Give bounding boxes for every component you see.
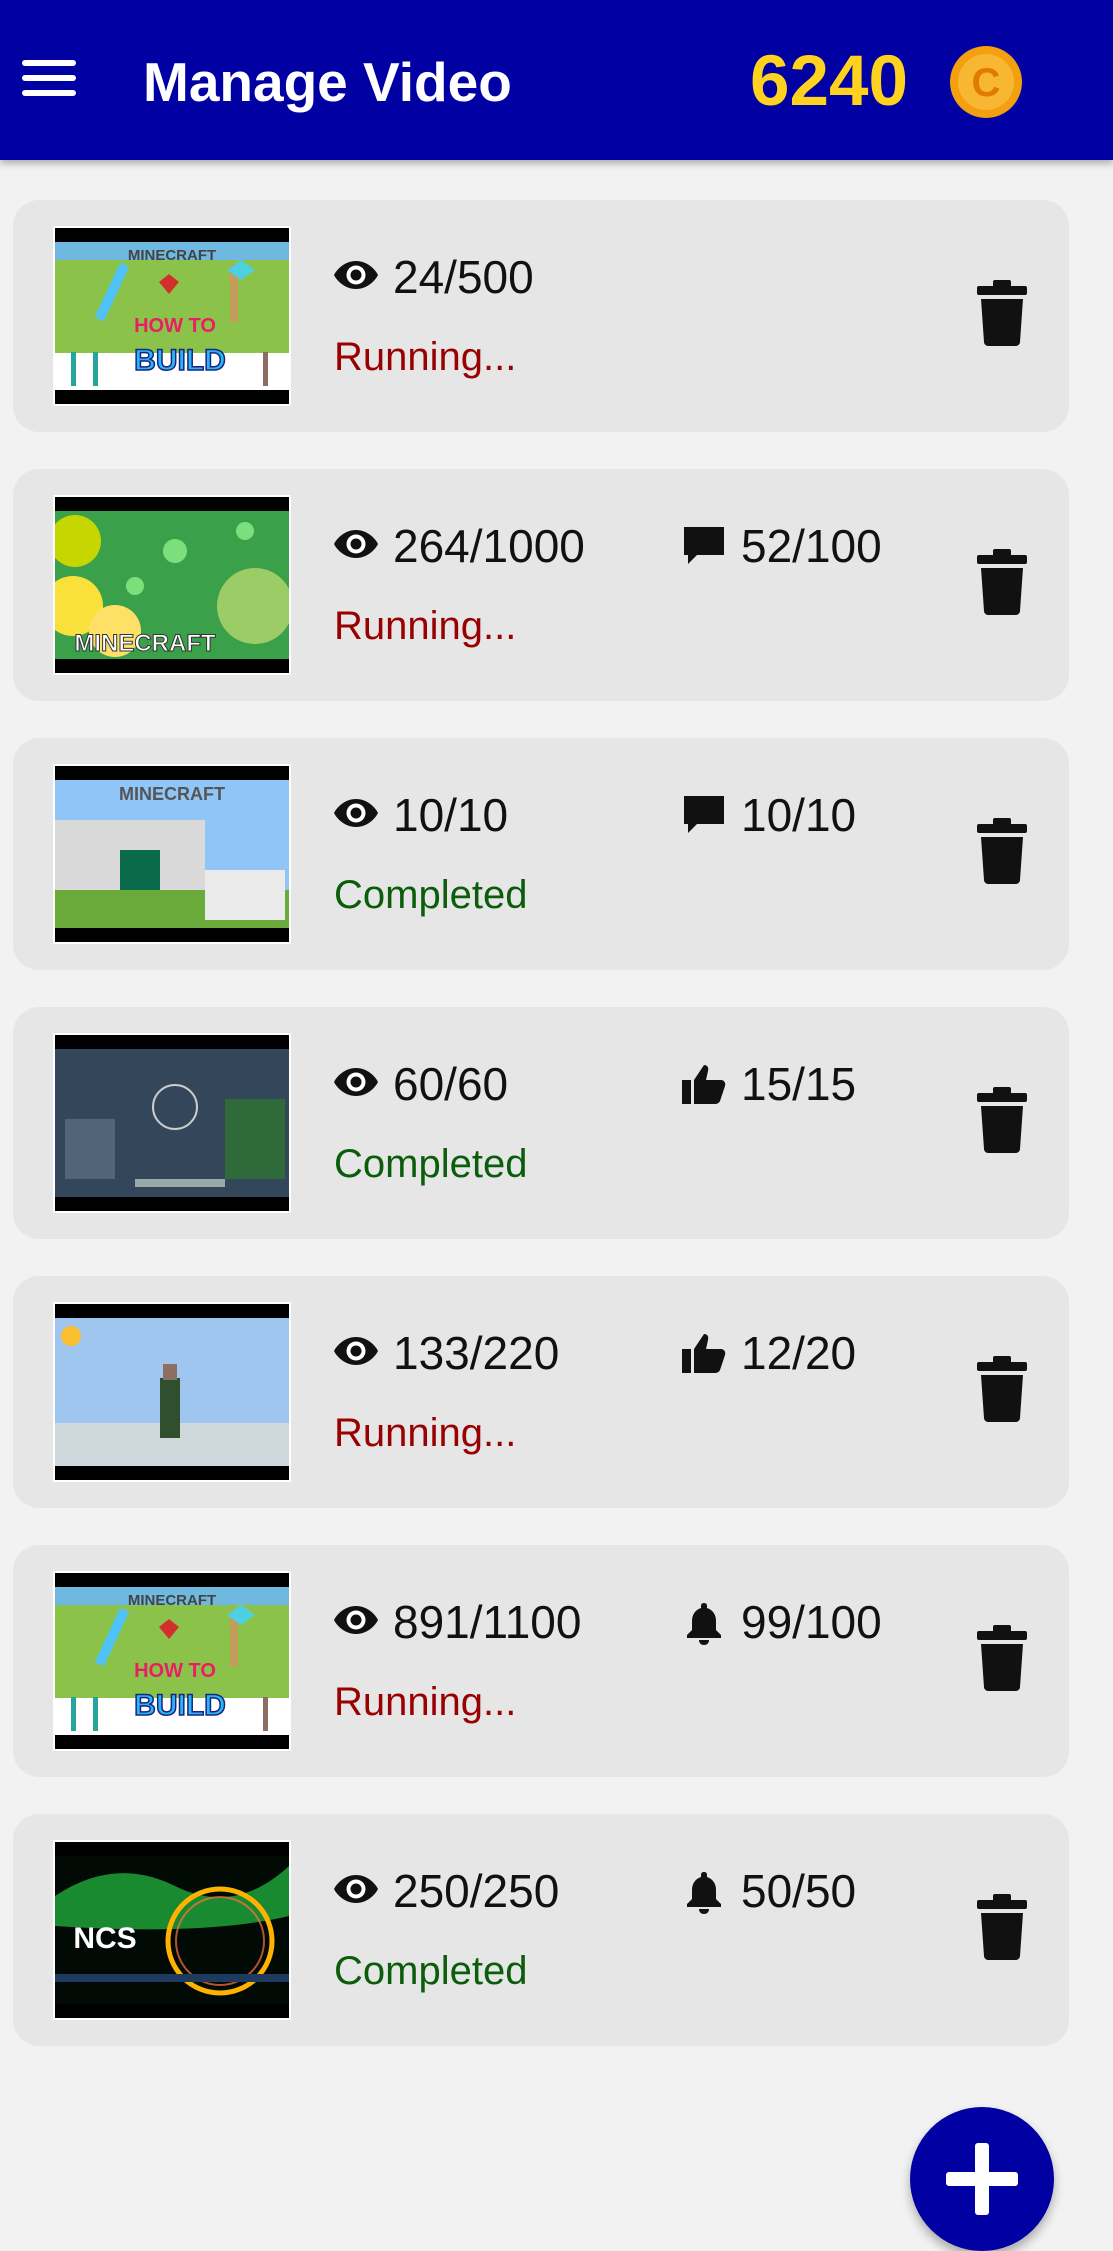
delete-button[interactable] [975,1087,1029,1153]
delete-button[interactable] [975,549,1029,615]
views-count: 891/1100 [393,1596,582,1648]
delete-button[interactable] [975,1625,1029,1691]
svg-text:BUILD: BUILD [134,1689,226,1722]
status-text: Running... [334,1411,517,1455]
views-count: 10/10 [393,789,509,841]
video-card[interactable]: 60/60 15/15 Completed [13,1007,1069,1239]
secondary-count: 12/20 [741,1327,857,1379]
status-text: Running... [334,604,517,648]
svg-text:HOW TO: HOW TO [134,315,216,337]
video-thumbnail: MINECRAFT HOW TO BUILD [53,226,291,406]
secondary-count: 15/15 [741,1058,857,1110]
views-count: 60/60 [393,1058,509,1110]
video-card[interactable]: 133/220 12/20 Running... [13,1276,1069,1508]
video-card[interactable]: MINECRAFT HOW TO BUILD 24/500 Running... [13,200,1069,432]
views-count: 133/220 [393,1327,560,1379]
status-text: Completed [334,873,528,917]
video-thumbnail: NCS [53,1840,291,2020]
secondary-count: 52/100 [741,520,882,572]
add-video-button[interactable] [910,2107,1054,2251]
coin-icon: C [950,46,1022,118]
delete-button[interactable] [975,1356,1029,1422]
trash-icon [975,280,1029,350]
video-card[interactable]: NCS 250/250 50/50 Completed [13,1814,1069,2046]
svg-text:MINECRAFT: MINECRAFT [128,1592,216,1609]
status-text: Running... [334,335,517,379]
video-card[interactable]: MINECRAFT 10/10 10/10 Completed [13,738,1069,970]
trash-icon [975,549,1029,619]
trash-icon [975,1356,1029,1426]
status-text: Completed [334,1142,528,1186]
menu-icon[interactable] [22,56,78,100]
trash-icon [975,818,1029,888]
delete-button[interactable] [975,1894,1029,1960]
video-card[interactable]: MINECRAFT HOW TO BUILD 891/1100 99/100 Runnin… [13,1545,1069,1777]
views-count: 24/500 [393,251,534,303]
views-count: 264/1000 [393,520,585,572]
plus-icon [946,2143,1018,2215]
delete-button[interactable] [975,818,1029,884]
video-thumbnail [53,1302,291,1482]
svg-text:MINECRAFT: MINECRAFT [74,630,216,657]
delete-button[interactable] [975,280,1029,346]
svg-text:NCS: NCS [73,1922,136,1955]
svg-text:MINECRAFT: MINECRAFT [128,247,216,264]
trash-icon [975,1625,1029,1695]
trash-icon [975,1087,1029,1157]
video-thumbnail: MINECRAFT [53,495,291,675]
video-thumbnail: MINECRAFT [53,764,291,944]
secondary-count: 50/50 [741,1865,857,1917]
svg-text:MINECRAFT: MINECRAFT [119,784,225,804]
svg-text:BUILD: BUILD [134,344,226,377]
video-card[interactable]: MINECRAFT 264/1000 52/100 Running... [13,469,1069,701]
trash-icon [975,1894,1029,1964]
svg-text:C: C [972,61,1001,105]
status-text: Running... [334,1680,517,1724]
views-count: 250/250 [393,1865,560,1917]
status-text: Completed [334,1949,528,1993]
secondary-count: 10/10 [741,789,857,841]
secondary-count: 99/100 [741,1596,882,1648]
app-bar: Manage Video 6240 C [0,0,1113,160]
coin-balance: 6240 [750,42,908,121]
page-title: Manage Video [143,51,512,113]
video-thumbnail: MINECRAFT HOW TO BUILD [53,1571,291,1751]
svg-text:HOW TO: HOW TO [134,1660,216,1682]
video-thumbnail [53,1033,291,1213]
